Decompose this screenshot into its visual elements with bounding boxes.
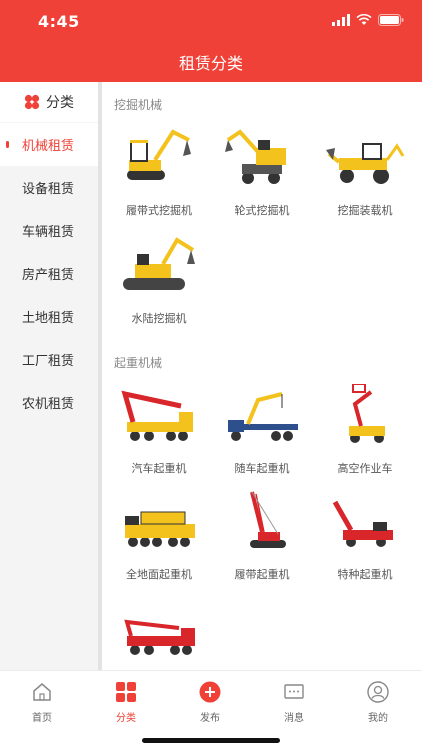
item-aerial-work-platform[interactable]: 高空作业车 <box>312 383 418 476</box>
signal-icon <box>332 14 350 26</box>
sidebar-header-label: 分类 <box>46 95 74 111</box>
category-icon <box>116 682 136 702</box>
page-title: 租赁分类 <box>178 54 243 73</box>
item-truck-crane[interactable]: 汽车起重机 <box>106 384 212 476</box>
crawler-excavator-image <box>127 129 191 180</box>
item-label: 随车起重机 <box>234 462 290 475</box>
item-crane-partial[interactable] <box>106 598 212 670</box>
item-label: 汽车起重机 <box>131 462 187 475</box>
message-icon <box>284 684 304 699</box>
battery-icon <box>378 14 404 26</box>
item-crawler-crane[interactable]: 履带起重机 <box>209 490 315 582</box>
item-label: 挖掘装载机 <box>337 204 393 217</box>
truck-crane-image <box>121 390 193 441</box>
sidebar-item-factory[interactable]: 工厂租赁 <box>0 338 98 381</box>
status-icons <box>332 14 404 26</box>
item-truck-mounted-crane[interactable]: 随车起重机 <box>209 384 315 476</box>
plus-circle-icon <box>199 681 221 703</box>
truck-mounted-crane-image <box>228 392 298 441</box>
sidebar-item-equipment[interactable]: 设备租赁 <box>0 166 98 209</box>
red-crane-truck-image <box>124 619 195 655</box>
item-label: 全地面起重机 <box>126 568 192 581</box>
amphibious-excavator-image <box>123 237 195 290</box>
item-label: 履带起重机 <box>234 568 290 581</box>
sidebar-item-label: 土地租赁 <box>22 311 75 326</box>
aerial-work-platform-image <box>349 383 385 443</box>
tab-label: 我的 <box>368 713 388 724</box>
item-label: 特种起重机 <box>337 568 393 581</box>
sidebar-item-vehicle[interactable]: 车辆租赁 <box>0 209 98 252</box>
tab-label: 消息 <box>284 713 304 724</box>
sidebar-item-farm-machinery[interactable]: 农机租赁 <box>0 381 98 424</box>
tab-label: 发布 <box>200 713 220 724</box>
item-label: 水陆挖掘机 <box>131 312 187 325</box>
sidebar-item-label: 设备租赁 <box>22 182 75 197</box>
tab-category[interactable]: 分类 <box>84 681 168 724</box>
all-terrain-crane-image <box>125 511 195 547</box>
sidebar-item-label: 工厂租赁 <box>22 354 75 369</box>
sidebar-item-label: 房产租赁 <box>22 268 75 283</box>
item-label: 轮式挖掘机 <box>234 204 290 217</box>
backhoe-loader-image <box>326 143 405 184</box>
item-label: 履带式挖掘机 <box>126 204 192 217</box>
tab-profile[interactable]: 我的 <box>336 681 420 724</box>
tab-messages[interactable]: 消息 <box>252 681 336 724</box>
category-clover-icon <box>24 94 40 110</box>
navigation-bar: 4:45 租赁分类 <box>0 0 422 82</box>
section-title-lifting: 起重机械 <box>114 356 163 370</box>
item-wheeled-excavator[interactable]: 轮式挖掘机 <box>209 126 315 218</box>
home-indicator <box>142 738 280 743</box>
sidebar-item-label: 机械租赁 <box>22 139 75 154</box>
category-sidebar: 分类 机械租赁 设备租赁 车辆租赁 房产租赁 土地租赁 工厂租赁 农机租赁 <box>0 82 98 670</box>
wheeled-excavator-image <box>225 129 286 184</box>
status-time: 4:45 <box>38 12 80 31</box>
category-content: 挖掘机械 履带式挖掘机 轮式挖掘机 挖掘装载机 水陆挖掘机 起重机械 汽车起重机… <box>102 82 422 670</box>
item-label: 高空作业车 <box>337 462 393 475</box>
sidebar-item-property[interactable]: 房产租赁 <box>0 252 98 295</box>
sidebar-item-label: 车辆租赁 <box>22 225 75 240</box>
special-crane-image <box>332 500 393 547</box>
sidebar-item-machinery[interactable]: 机械租赁 <box>0 123 98 166</box>
sidebar-header: 分类 <box>0 82 98 122</box>
item-crawler-excavator[interactable]: 履带式挖掘机 <box>106 126 212 218</box>
profile-icon <box>367 681 389 703</box>
item-backhoe-loader[interactable]: 挖掘装载机 <box>312 126 418 218</box>
sidebar-item-label: 农机租赁 <box>22 397 75 412</box>
tab-home[interactable]: 首页 <box>0 681 84 724</box>
tab-publish[interactable]: 发布 <box>168 681 252 724</box>
item-all-terrain-crane[interactable]: 全地面起重机 <box>106 490 212 582</box>
tab-label: 首页 <box>32 713 52 724</box>
crawler-crane-image <box>250 491 286 548</box>
item-special-crane[interactable]: 特种起重机 <box>312 490 418 582</box>
sidebar-item-land[interactable]: 土地租赁 <box>0 295 98 338</box>
section-title-excavation: 挖掘机械 <box>114 98 163 112</box>
home-icon <box>33 683 51 701</box>
tab-label: 分类 <box>116 713 136 724</box>
wifi-icon <box>356 14 372 25</box>
item-amphibious-excavator[interactable]: 水陆挖掘机 <box>106 234 212 326</box>
